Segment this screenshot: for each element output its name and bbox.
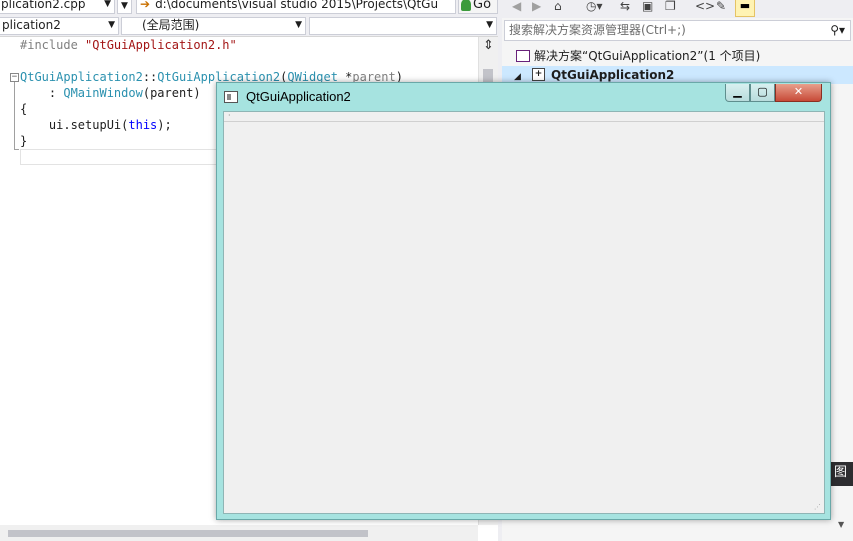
code-line-1: #include "QtGuiApplication2.h"	[20, 38, 237, 52]
menu-overflow-icon[interactable]: ·	[228, 112, 231, 120]
qt-application-window[interactable]: QtGuiApplication2 ▁ ▢ ✕ · ⋰	[216, 82, 831, 520]
maximize-button[interactable]: ▢	[750, 84, 775, 102]
scroll-down-icon[interactable]: ▼	[838, 520, 844, 529]
minimize-icon: ▁	[733, 85, 742, 98]
code-line-5: {	[20, 102, 28, 116]
minimize-button[interactable]: ▁	[725, 84, 750, 102]
solution-icon	[516, 49, 530, 62]
close-button[interactable]: ✕	[775, 84, 822, 102]
qt-titlebar[interactable]: QtGuiApplication2 ▁ ▢ ✕	[217, 83, 830, 111]
resize-grip-icon[interactable]: ⋰	[814, 503, 822, 511]
sync-icon[interactable]: ⇆	[620, 0, 630, 16]
navigation-bar: plication2 ▼ (全局范围) ▼ ▼	[0, 16, 498, 37]
navigate-path-text: d:\documents\visual studio 2015\Projects…	[155, 0, 439, 11]
chevron-down-icon: ▼	[108, 20, 115, 30]
navigate-path-input[interactable]: ➔ d:\documents\visual studio 2015\Project…	[136, 0, 456, 14]
chevron-down-icon: ▼	[104, 0, 111, 9]
properties-icon[interactable]: ✎	[716, 0, 726, 16]
editor-file-bar: plication2.cpp ▼ ▼ ➔ d:\documents\visual …	[0, 0, 498, 16]
pin-icon[interactable]: ▬	[735, 0, 755, 17]
arrow-right-icon: ➔	[140, 0, 151, 11]
file-dropdown-button[interactable]: ▼	[117, 0, 132, 14]
home-icon[interactable]: ⌂	[554, 0, 562, 16]
project-dropdown-label: plication2	[2, 18, 61, 32]
code-view-icon[interactable]: <>	[695, 0, 715, 16]
scope-dropdown[interactable]: (全局范围) ▼	[121, 17, 306, 35]
chevron-down-icon: ▼	[121, 1, 128, 11]
go-button[interactable]: Go	[458, 0, 498, 14]
history-icon[interactable]: ◷▾	[586, 0, 603, 16]
editor-horizontal-scrollbar[interactable]	[0, 525, 478, 541]
file-tab-label: plication2.cpp	[1, 0, 86, 11]
collapse-all-icon[interactable]: ▣	[642, 0, 653, 16]
code-line-6: ui.setupUi(this);	[20, 118, 172, 132]
qt-menubar[interactable]: ·	[224, 112, 824, 122]
project-dropdown[interactable]: plication2 ▼	[0, 17, 119, 35]
project-icon: +	[532, 68, 545, 81]
copy-icon[interactable]: ❐	[665, 0, 676, 16]
qt-main-window-client[interactable]: · ⋰	[223, 111, 825, 514]
file-tab[interactable]: plication2.cpp ▼	[0, 0, 115, 14]
scope-dropdown-label: (全局范围)	[142, 18, 200, 32]
tree-item-label: QtGuiApplication2	[551, 68, 675, 82]
solution-search-placeholder: 搜索解决方案资源管理器(Ctrl+;)	[509, 23, 686, 37]
bottom-panel-tab-label: 图	[833, 465, 847, 480]
maximize-icon: ▢	[757, 85, 768, 98]
solution-search-input[interactable]: 搜索解决方案资源管理器(Ctrl+;) ⚲▾	[504, 20, 851, 41]
chevron-down-icon: ▼	[295, 20, 302, 30]
forward-icon[interactable]: ▶	[532, 0, 541, 16]
fold-guide-end	[14, 149, 19, 150]
split-icon[interactable]: ⇕	[481, 39, 496, 54]
go-button-label: Go	[473, 0, 492, 12]
back-icon[interactable]: ◀	[512, 0, 521, 16]
app-window-icon[interactable]	[224, 91, 238, 103]
chevron-down-icon: ▼	[486, 20, 493, 30]
member-dropdown[interactable]: ▼	[309, 17, 497, 35]
solution-explorer-toolbar: ◀ ▶ ⌂ ◷▾ ⇆ ▣ ❐ <> ✎ ▬	[502, 0, 853, 18]
qt-window-title: QtGuiApplication2	[246, 89, 351, 104]
search-icon[interactable]: ⚲▾	[830, 21, 845, 40]
collapse-icon[interactable]: −	[10, 73, 19, 82]
close-icon: ✕	[793, 85, 804, 98]
fold-guide	[14, 82, 15, 150]
tree-item-label: 解决方案“QtGuiApplication2”(1 个项目)	[534, 49, 761, 63]
bottom-panel-tab[interactable]: 图	[828, 462, 853, 486]
code-line-7: }	[20, 134, 28, 148]
scrollbar-thumb[interactable]	[8, 530, 368, 537]
go-icon	[461, 0, 471, 11]
code-line-4: : QMainWindow(parent)	[20, 86, 201, 100]
tree-item-solution[interactable]: 解决方案“QtGuiApplication2”(1 个项目)	[502, 47, 853, 65]
